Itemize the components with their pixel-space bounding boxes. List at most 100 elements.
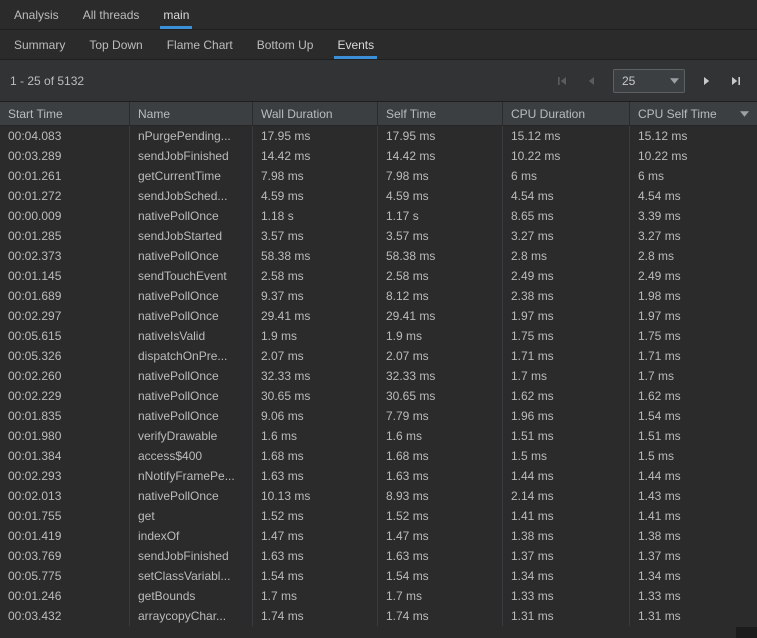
table-row[interactable]: 00:01.980verifyDrawable1.6 ms1.6 ms1.51 … bbox=[0, 426, 757, 446]
table-row[interactable]: 00:05.615nativeIsValid1.9 ms1.9 ms1.75 m… bbox=[0, 326, 757, 346]
cell-name: sendTouchEvent bbox=[130, 266, 253, 286]
table-row[interactable]: 00:04.083nPurgePending...17.95 ms17.95 m… bbox=[0, 126, 757, 146]
table-row[interactable]: 00:01.246getBounds1.7 ms1.7 ms1.33 ms1.3… bbox=[0, 586, 757, 606]
cell-start-time: 00:05.615 bbox=[0, 326, 130, 346]
tab-main[interactable]: main bbox=[151, 0, 201, 29]
column-label: Start Time bbox=[8, 107, 63, 121]
column-header-name[interactable]: Name bbox=[130, 102, 253, 125]
column-header-cpu-duration[interactable]: CPU Duration bbox=[503, 102, 630, 125]
scrollbar-corner bbox=[736, 627, 757, 638]
cell-name: sendJobStarted bbox=[130, 226, 253, 246]
cell-name: sendJobSched... bbox=[130, 186, 253, 206]
cell-wall-duration: 17.95 ms bbox=[253, 126, 378, 146]
cell-start-time: 00:01.835 bbox=[0, 406, 130, 426]
column-label: Name bbox=[138, 107, 170, 121]
chevron-left-icon bbox=[585, 75, 597, 87]
table-row[interactable]: 00:02.260nativePollOnce32.33 ms32.33 ms1… bbox=[0, 366, 757, 386]
table-row[interactable]: 00:02.297nativePollOnce29.41 ms29.41 ms1… bbox=[0, 306, 757, 326]
cell-start-time: 00:01.689 bbox=[0, 286, 130, 306]
cell-self-time: 1.47 ms bbox=[378, 526, 503, 546]
tab-events[interactable]: Events bbox=[325, 30, 386, 59]
table-row[interactable]: 00:02.229nativePollOnce30.65 ms30.65 ms1… bbox=[0, 386, 757, 406]
table-row[interactable]: 00:01.689nativePollOnce9.37 ms8.12 ms2.3… bbox=[0, 286, 757, 306]
cell-name: indexOf bbox=[130, 526, 253, 546]
cell-name: nativePollOnce bbox=[130, 386, 253, 406]
table-row[interactable]: 00:02.373nativePollOnce58.38 ms58.38 ms2… bbox=[0, 246, 757, 266]
table-row[interactable]: 00:03.769sendJobFinished1.63 ms1.63 ms1.… bbox=[0, 546, 757, 566]
table-row[interactable]: 00:00.009nativePollOnce1.18 s1.17 s8.65 … bbox=[0, 206, 757, 226]
table-row[interactable]: 00:05.775setClassVariabl...1.54 ms1.54 m… bbox=[0, 566, 757, 586]
cell-cpu-duration: 1.41 ms bbox=[503, 506, 630, 526]
cell-name: arraycopyChar... bbox=[130, 606, 253, 626]
cell-self-time: 1.63 ms bbox=[378, 546, 503, 566]
table-row[interactable]: 00:01.261getCurrentTime7.98 ms7.98 ms6 m… bbox=[0, 166, 757, 186]
table-row[interactable]: 00:01.384access$4001.68 ms1.68 ms1.5 ms1… bbox=[0, 446, 757, 466]
cell-self-time: 1.9 ms bbox=[378, 326, 503, 346]
cell-self-time: 1.74 ms bbox=[378, 606, 503, 626]
cell-start-time: 00:01.419 bbox=[0, 526, 130, 546]
table-row[interactable]: 00:02.013nativePollOnce10.13 ms8.93 ms2.… bbox=[0, 486, 757, 506]
tab-top-down[interactable]: Top Down bbox=[77, 30, 154, 59]
column-label: Self Time bbox=[386, 107, 436, 121]
cell-name: nativePollOnce bbox=[130, 206, 253, 226]
cell-self-time: 1.54 ms bbox=[378, 566, 503, 586]
first-page-button[interactable] bbox=[551, 70, 573, 92]
page-size-select[interactable]: 25 bbox=[613, 69, 685, 93]
cell-cpu-self-time: 1.5 ms bbox=[630, 446, 757, 466]
cell-wall-duration: 7.98 ms bbox=[253, 166, 378, 186]
table-row[interactable]: 00:01.835nativePollOnce9.06 ms7.79 ms1.9… bbox=[0, 406, 757, 426]
cell-start-time: 00:01.261 bbox=[0, 166, 130, 186]
table-row[interactable]: 00:03.432arraycopyChar...1.74 ms1.74 ms1… bbox=[0, 606, 757, 626]
column-header-wall-duration[interactable]: Wall Duration bbox=[253, 102, 378, 125]
table-row[interactable]: 00:01.755get1.52 ms1.52 ms1.41 ms1.41 ms bbox=[0, 506, 757, 526]
cell-wall-duration: 29.41 ms bbox=[253, 306, 378, 326]
table-row[interactable]: 00:01.285sendJobStarted3.57 ms3.57 ms3.2… bbox=[0, 226, 757, 246]
pagination-bar: 1 - 25 of 5132 25 bbox=[0, 60, 757, 102]
tab-all-threads[interactable]: All threads bbox=[71, 0, 152, 29]
cell-start-time: 00:05.775 bbox=[0, 566, 130, 586]
table-row[interactable]: 00:05.326dispatchOnPre...2.07 ms2.07 ms1… bbox=[0, 346, 757, 366]
cell-cpu-self-time: 15.12 ms bbox=[630, 126, 757, 146]
column-header-cpu-self-time[interactable]: CPU Self Time bbox=[630, 102, 757, 125]
profiler-panel: AnalysisAll threadsmain SummaryTop DownF… bbox=[0, 0, 757, 638]
cell-self-time: 4.59 ms bbox=[378, 186, 503, 206]
column-label: CPU Self Time bbox=[638, 107, 717, 121]
cell-wall-duration: 1.52 ms bbox=[253, 506, 378, 526]
last-page-button[interactable] bbox=[725, 70, 747, 92]
cell-cpu-self-time: 6 ms bbox=[630, 166, 757, 186]
next-page-button[interactable] bbox=[696, 70, 718, 92]
cell-name: getCurrentTime bbox=[130, 166, 253, 186]
column-header-start-time[interactable]: Start Time bbox=[0, 102, 130, 125]
tab-flame-chart[interactable]: Flame Chart bbox=[155, 30, 245, 59]
cell-wall-duration: 3.57 ms bbox=[253, 226, 378, 246]
table-row[interactable]: 00:03.289sendJobFinished14.42 ms14.42 ms… bbox=[0, 146, 757, 166]
cell-name: nativePollOnce bbox=[130, 306, 253, 326]
table-row[interactable]: 00:01.272sendJobSched...4.59 ms4.59 ms4.… bbox=[0, 186, 757, 206]
cell-cpu-duration: 1.51 ms bbox=[503, 426, 630, 446]
table-header: Start Time Name Wall Duration Self Time CPU … bbox=[0, 102, 757, 126]
cell-start-time: 00:01.145 bbox=[0, 266, 130, 286]
cell-start-time: 00:03.432 bbox=[0, 606, 130, 626]
cell-cpu-duration: 1.96 ms bbox=[503, 406, 630, 426]
tab-summary[interactable]: Summary bbox=[2, 30, 77, 59]
cell-cpu-duration: 1.71 ms bbox=[503, 346, 630, 366]
cell-wall-duration: 1.6 ms bbox=[253, 426, 378, 446]
table-row[interactable]: 00:02.293nNotifyFramePe...1.63 ms1.63 ms… bbox=[0, 466, 757, 486]
cell-name: nativePollOnce bbox=[130, 406, 253, 426]
tab-analysis[interactable]: Analysis bbox=[2, 0, 71, 29]
table-row[interactable]: 00:01.145sendTouchEvent2.58 ms2.58 ms2.4… bbox=[0, 266, 757, 286]
cell-start-time: 00:02.297 bbox=[0, 306, 130, 326]
table-row[interactable]: 00:01.419indexOf1.47 ms1.47 ms1.38 ms1.3… bbox=[0, 526, 757, 546]
column-header-self-time[interactable]: Self Time bbox=[378, 102, 503, 125]
cell-name: getBounds bbox=[130, 586, 253, 606]
tab-bottom-up[interactable]: Bottom Up bbox=[245, 30, 326, 59]
cell-name: nativePollOnce bbox=[130, 366, 253, 386]
prev-page-button[interactable] bbox=[580, 70, 602, 92]
cell-self-time: 30.65 ms bbox=[378, 386, 503, 406]
cell-start-time: 00:01.285 bbox=[0, 226, 130, 246]
cell-cpu-self-time: 1.54 ms bbox=[630, 406, 757, 426]
cell-name: dispatchOnPre... bbox=[130, 346, 253, 366]
cell-cpu-self-time: 4.54 ms bbox=[630, 186, 757, 206]
cell-self-time: 1.52 ms bbox=[378, 506, 503, 526]
cell-self-time: 17.95 ms bbox=[378, 126, 503, 146]
